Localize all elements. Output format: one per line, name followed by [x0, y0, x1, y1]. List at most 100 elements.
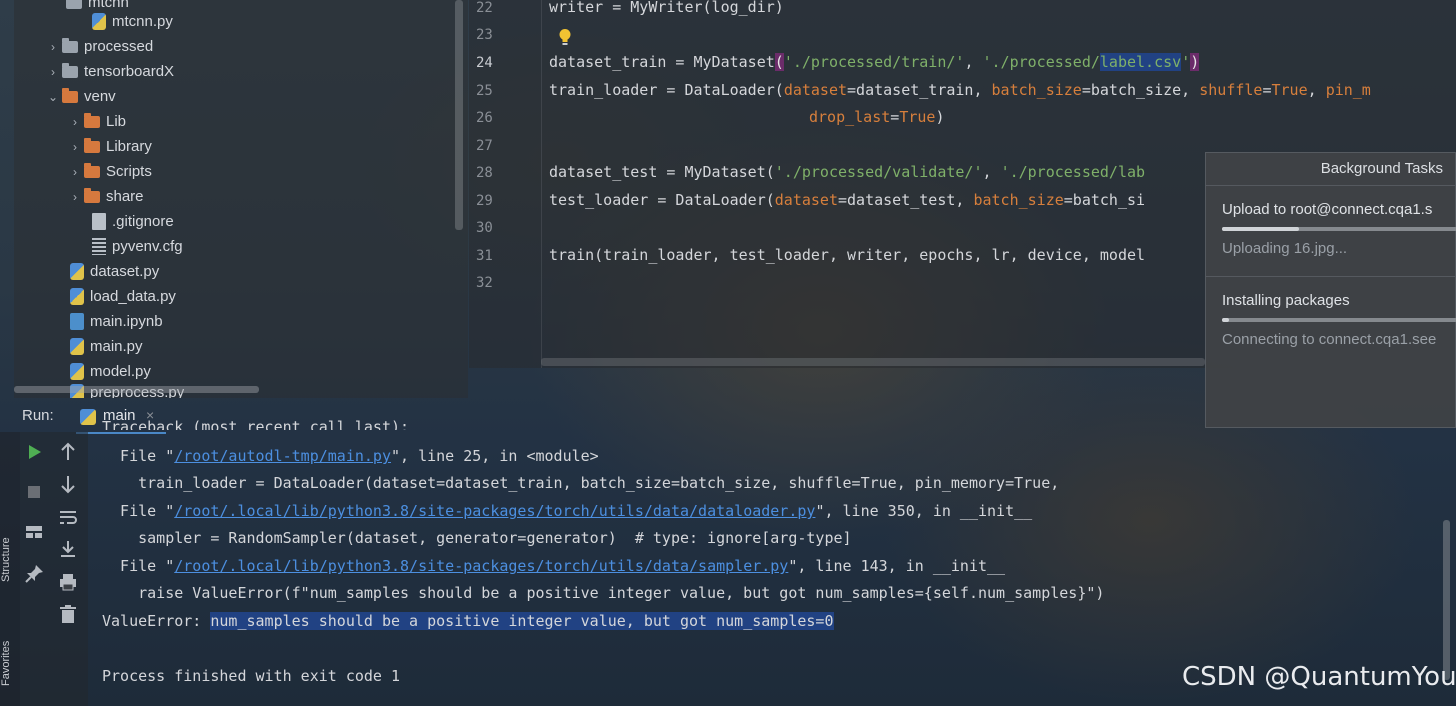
keyword-arg: shuffle: [1199, 81, 1263, 99]
divider: [1206, 185, 1456, 186]
progress-fill: [1222, 227, 1299, 231]
tree-item-main-py[interactable]: main.py: [70, 334, 143, 359]
code-token: ,: [1307, 81, 1326, 99]
structure-tool-tab[interactable]: Structure: [0, 537, 12, 582]
line-number: 25: [476, 83, 493, 99]
layout-icon[interactable]: [22, 520, 46, 544]
lightbulb-icon[interactable]: [558, 28, 572, 46]
chevron-right-icon[interactable]: ›: [44, 65, 62, 79]
chevron-right-icon[interactable]: ›: [66, 190, 84, 204]
tree-item-label: load_data.py: [90, 288, 176, 305]
tree-item-venv[interactable]: ⌄ venv: [44, 84, 116, 109]
favorites-tool-tab[interactable]: Favorites: [0, 641, 12, 686]
console-line: File "/root/.local/lib/python3.8/site-pa…: [102, 502, 1032, 520]
keyword-arg: batch_size: [991, 81, 1082, 99]
tree-item-scripts[interactable]: › Scripts: [66, 159, 152, 184]
python-file-icon: [70, 263, 84, 280]
tree-item-model-py[interactable]: model.py: [70, 359, 151, 384]
code-line-28[interactable]: dataset_test = MyDataset('./processed/va…: [549, 163, 1145, 181]
trash-icon[interactable]: [56, 602, 80, 626]
bracket-match: (: [774, 53, 784, 71]
console-text: File ": [102, 502, 175, 520]
keyword-arg: batch_size: [973, 191, 1064, 209]
project-tree-horizontal-scrollbar[interactable]: [14, 386, 259, 393]
install-task-title[interactable]: Installing packages: [1222, 292, 1350, 309]
folder-icon: [84, 112, 100, 128]
file-link[interactable]: /root/.local/lib/python3.8/site-packages…: [174, 502, 815, 520]
tree-item-label: processed: [84, 38, 154, 55]
line-number: 27: [476, 138, 493, 154]
chevron-right-icon[interactable]: ›: [66, 165, 84, 179]
notebook-file-icon: [70, 313, 84, 330]
tree-item-load-data-py[interactable]: load_data.py: [70, 284, 176, 309]
string-token: './processed/train/': [783, 53, 965, 71]
tree-item-label: tensorboardX: [84, 63, 175, 80]
console-vertical-scrollbar[interactable]: [1443, 520, 1450, 680]
chevron-right-icon[interactable]: ›: [66, 115, 84, 129]
code-line-25[interactable]: train_loader = DataLoader(dataset=datase…: [549, 81, 1371, 99]
soft-wrap-icon[interactable]: [56, 505, 80, 529]
arrow-down-icon[interactable]: [56, 472, 80, 496]
pin-icon[interactable]: [22, 562, 46, 586]
file-link[interactable]: /root/autodl-tmp/main.py: [174, 447, 391, 465]
tree-item-label: venv: [84, 88, 116, 105]
tree-item-share[interactable]: › share: [66, 184, 144, 209]
line-number: 31: [476, 248, 493, 264]
console-line: File "/root/autodl-tmp/main.py", line 25…: [102, 447, 599, 465]
print-icon[interactable]: [56, 570, 80, 594]
stop-icon[interactable]: [22, 480, 46, 504]
code-line-29[interactable]: test_loader = DataLoader(dataset=dataset…: [549, 191, 1145, 209]
python-run-icon: [80, 409, 96, 425]
tree-item-processed[interactable]: › processed: [44, 34, 153, 59]
tree-item-library[interactable]: › Library: [66, 134, 152, 159]
code-line-31[interactable]: train(train_loader, test_loader, writer,…: [549, 246, 1145, 264]
selected-text: label.csv: [1099, 53, 1182, 71]
tree-item-mtcnn-py[interactable]: mtcnn.py: [92, 9, 173, 34]
chevron-down-icon[interactable]: ⌄: [44, 90, 62, 104]
folder-icon: [84, 187, 100, 203]
console-text: ", line 350, in __init__: [815, 502, 1033, 520]
code-token: train_loader = DataLoader(: [549, 81, 784, 99]
editor-horizontal-scrollbar[interactable]: [541, 358, 1205, 366]
tree-item-lib[interactable]: › Lib: [66, 109, 126, 134]
scroll-to-end-icon[interactable]: [56, 537, 80, 561]
code-line-26[interactable]: drop_last=True): [809, 108, 944, 126]
code-token: =: [890, 108, 900, 126]
console-line: sampler = RandomSampler(dataset, generat…: [102, 529, 852, 547]
tree-item-main-ipynb[interactable]: main.ipynb: [70, 309, 163, 334]
code-token: dataset_train = MyDataset: [549, 53, 775, 71]
tree-item-pyvenv-cfg[interactable]: pyvenv.cfg: [92, 234, 183, 259]
watermark: CSDN @QuantumYou: [1182, 662, 1456, 692]
line-number: 30: [476, 220, 493, 236]
tree-item-tensorboardx[interactable]: › tensorboardX: [44, 59, 174, 84]
code-token: =: [1262, 81, 1272, 99]
line-number: 29: [476, 193, 493, 209]
console-line: raise ValueError(f"num_samples should be…: [102, 584, 1105, 602]
progress-fill: [1222, 318, 1230, 322]
project-tree-vertical-scrollbar[interactable]: [455, 0, 463, 230]
upload-task-title[interactable]: Upload to root@connect.cqa1.s: [1222, 201, 1432, 218]
file-link[interactable]: /root/.local/lib/python3.8/site-packages…: [174, 557, 788, 575]
tree-item-label: main.py: [90, 338, 143, 355]
code-token: ): [935, 108, 945, 126]
arrow-up-icon[interactable]: [56, 440, 80, 464]
console-text: File ": [102, 447, 175, 465]
tree-item-gitignore[interactable]: .gitignore: [92, 209, 174, 234]
keyword-value: True: [1271, 81, 1308, 99]
gutter-separator: [541, 0, 542, 368]
tree-item-dataset-py[interactable]: dataset.py: [70, 259, 159, 284]
code-line-24[interactable]: dataset_train = MyDataset('./processed/t…: [549, 53, 1200, 71]
chevron-right-icon[interactable]: ›: [66, 140, 84, 154]
bracket-match: ): [1190, 53, 1200, 71]
code-token: ,: [982, 163, 1001, 181]
config-file-icon: [92, 238, 106, 255]
rerun-icon[interactable]: [22, 440, 46, 464]
line-number: 23: [476, 27, 493, 43]
exit-status-line: Process finished with exit code 1: [102, 667, 401, 685]
code-line-22[interactable]: writer = MyWriter(log_dir): [549, 0, 784, 16]
python-file-icon: [70, 363, 84, 380]
chevron-right-icon[interactable]: ›: [44, 40, 62, 54]
folder-icon: [84, 162, 100, 178]
line-number: 28: [476, 165, 493, 181]
code-token: =dataset_test,: [838, 191, 974, 209]
